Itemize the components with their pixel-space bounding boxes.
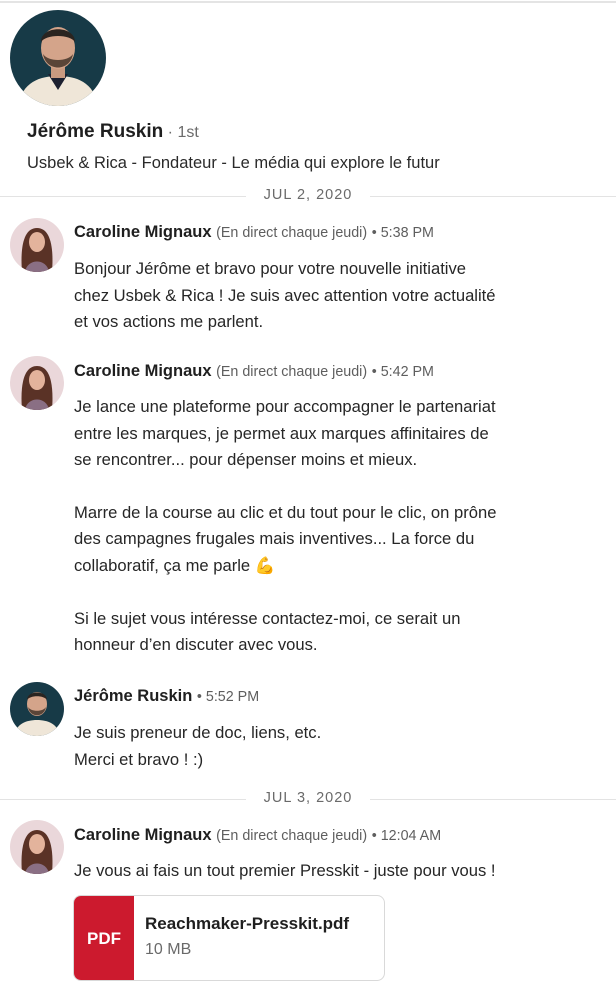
sender-avatar[interactable] xyxy=(10,218,64,272)
message-header: Caroline Mignaux (En direct chaque jeudi… xyxy=(74,824,441,847)
message-time: • 5:42 PM xyxy=(371,364,434,380)
pdf-attachment[interactable]: PDF Reachmaker-Presskit.pdf 10 MB xyxy=(73,895,385,981)
message-time: • 5:38 PM xyxy=(371,225,434,241)
sender-headline: (En direct chaque jeudi) xyxy=(216,225,368,241)
top-border xyxy=(0,1,616,3)
message-line: Merci et bravo ! :) xyxy=(74,749,204,769)
date-separator: JUL 3, 2020 xyxy=(0,790,616,806)
message-body: Je vous ai fais un tout premier Presskit… xyxy=(74,858,594,885)
message-body: Je lance une plateforme pour accompagner… xyxy=(74,394,594,659)
sender-avatar[interactable] xyxy=(10,682,64,736)
sender-name[interactable]: Caroline Mignaux xyxy=(74,362,212,380)
profile-name-row: Jérôme Ruskin · 1st xyxy=(27,120,199,145)
date-separator: JUL 2, 2020 xyxy=(0,187,616,203)
sender-headline: (En direct chaque jeudi) xyxy=(216,364,368,380)
message-line: se rencontrer... pour dépenser moins et … xyxy=(74,450,418,470)
sender-headline: (En direct chaque jeudi) xyxy=(216,828,368,844)
message-line: Je vous ai fais un tout premier Presskit… xyxy=(74,861,496,880)
profile-name[interactable]: Jérôme Ruskin xyxy=(27,121,163,142)
attachment-file-name[interactable]: Reachmaker-Presskit.pdf xyxy=(145,914,349,934)
sender-name[interactable]: Jérôme Ruskin xyxy=(74,687,192,705)
message-body: Bonjour Jérôme et bravo pour votre nouve… xyxy=(74,256,594,336)
message-line: et vos actions me parlent. xyxy=(74,312,264,332)
message-time: • 5:52 PM xyxy=(196,689,260,705)
pdf-file-icon: PDF xyxy=(74,896,134,980)
sender-avatar[interactable] xyxy=(10,820,64,874)
connection-degree: · 1st xyxy=(163,124,199,141)
message-line: honneur d’en discuter avec vous. xyxy=(74,635,318,655)
sender-name[interactable]: Caroline Mignaux xyxy=(74,826,212,844)
message-line: des campagnes frugales mais inventives..… xyxy=(74,529,475,549)
profile-headline: Usbek & Rica - Fondateur - Le média qui … xyxy=(27,154,440,172)
sender-name[interactable]: Caroline Mignaux xyxy=(74,223,212,241)
message-line: Bonjour Jérôme et bravo pour votre nouve… xyxy=(74,259,467,278)
message-line: chez Usbek & Rica ! Je suis avec attenti… xyxy=(74,285,496,305)
message-line: Marre de la course au clic et du tout po… xyxy=(74,502,497,522)
message-time: • 12:04 AM xyxy=(371,828,442,844)
message-line: collaboratif, ça me parle 💪 xyxy=(74,555,276,575)
message-header: Jérôme Ruskin • 5:52 PM xyxy=(74,685,259,708)
message-line: Je lance une plateforme pour accompagner… xyxy=(74,397,496,416)
message-header: Caroline Mignaux (En direct chaque jeudi… xyxy=(74,221,434,244)
profile-avatar[interactable] xyxy=(10,10,106,106)
message-body: Je suis preneur de doc, liens, etc. Merc… xyxy=(74,720,594,773)
message-line: Je suis preneur de doc, liens, etc. xyxy=(74,723,322,742)
message-line: entre les marques, je permet aux marques… xyxy=(74,423,489,443)
message-line: Si le sujet vous intéresse contactez-moi… xyxy=(74,608,461,628)
message-header: Caroline Mignaux (En direct chaque jeudi… xyxy=(74,360,434,383)
sender-avatar[interactable] xyxy=(10,356,64,410)
attachment-file-size: 10 MB xyxy=(145,941,192,958)
